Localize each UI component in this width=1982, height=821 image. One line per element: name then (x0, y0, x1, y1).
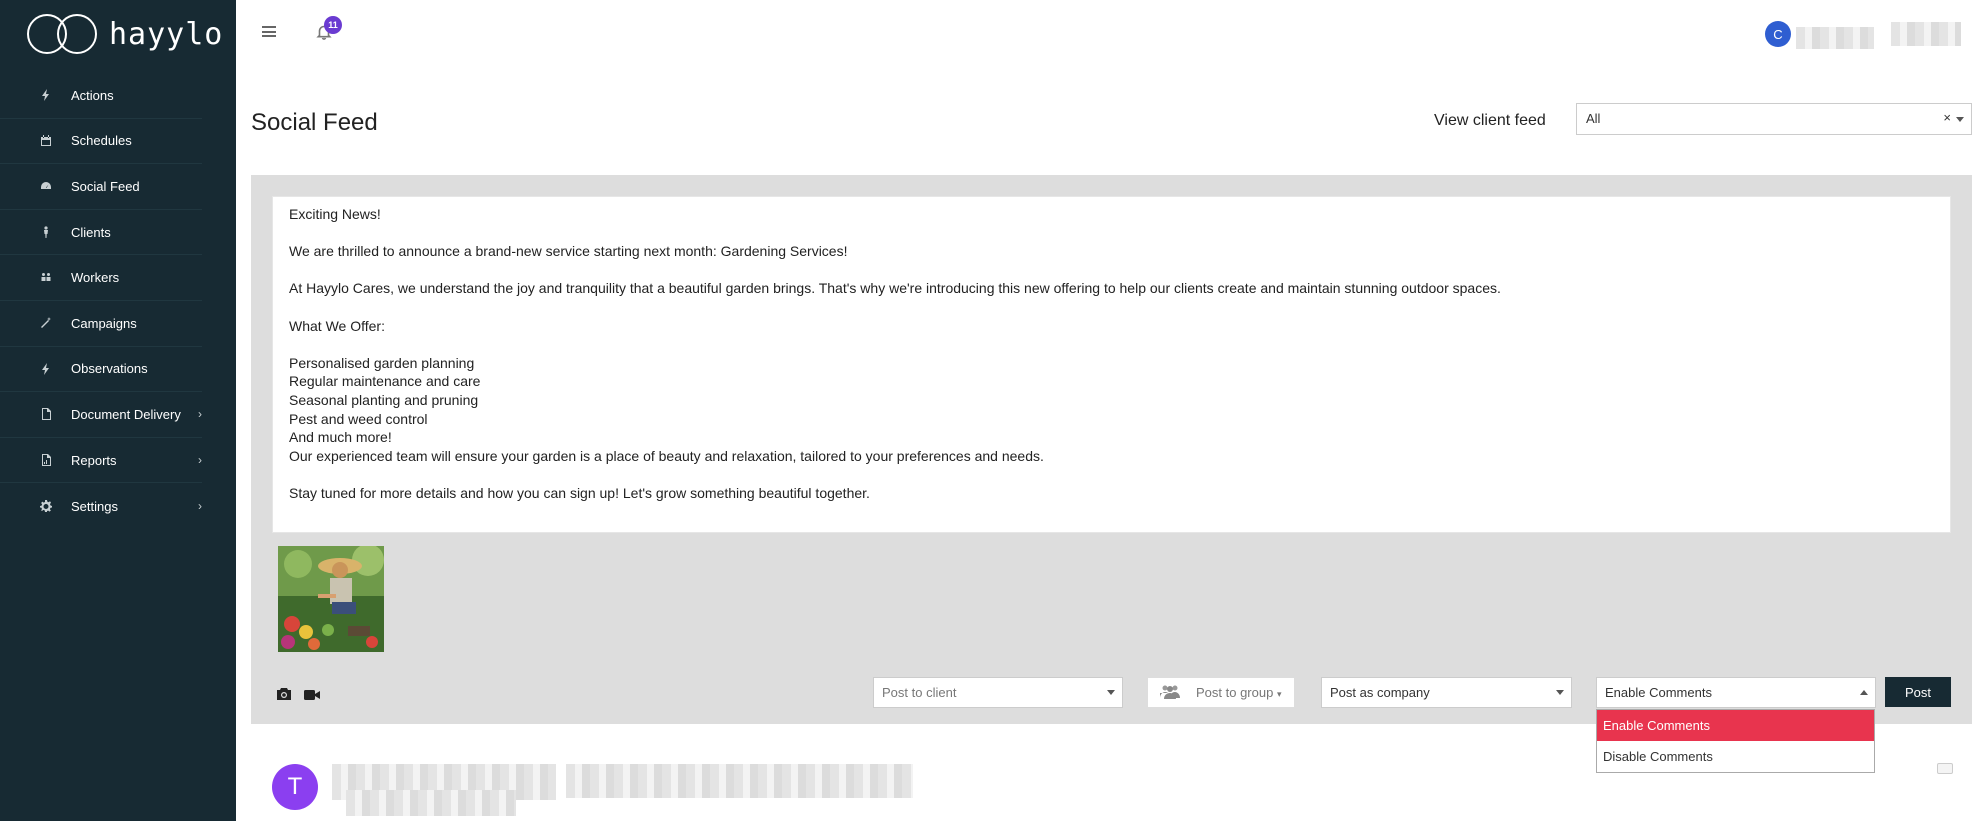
redacted-user-name[interactable] (1796, 27, 1874, 49)
attached-image-thumbnail[interactable] (278, 546, 384, 652)
wand-icon (39, 316, 53, 330)
top-bar: 11 C (236, 0, 1982, 64)
post-text-line: Pest and weed control (289, 410, 428, 427)
sidebar-item-observations[interactable]: Observations (0, 347, 202, 393)
client-feed-select-value: All (1586, 111, 1601, 126)
dropdown-option-enable-comments[interactable]: Enable Comments (1597, 710, 1874, 741)
sidebar-item-label: Document Delivery (71, 406, 181, 422)
redacted-user-menu[interactable] (1891, 22, 1961, 46)
post-author-avatar[interactable]: T (272, 764, 318, 810)
post-to-group-label: Post to group (1196, 685, 1274, 700)
sidebar-item-clients[interactable]: Clients (0, 210, 202, 256)
view-client-feed-label: View client feed (1434, 112, 1546, 129)
post-text-line: Seasonal planting and pruning (289, 391, 479, 408)
post-text-line: ​ (289, 224, 1934, 243)
sidebar: hayylo Actions Schedules Social Feed Cli… (0, 0, 236, 821)
redacted-post-line (346, 790, 516, 816)
sidebar-item-label: Social Feed (71, 178, 140, 194)
report-icon (39, 453, 53, 467)
dashboard-icon (39, 179, 53, 193)
chevron-right-icon: › (198, 453, 202, 468)
post-to-group-button[interactable]: Post to group ▾ (1147, 677, 1295, 708)
comments-dropdown-menu: Enable Comments Disable Comments (1596, 709, 1875, 773)
sidebar-item-label: Schedules (71, 133, 132, 149)
sidebar-item-label: Clients (71, 224, 111, 240)
video-camera-icon[interactable] (304, 688, 320, 700)
person-icon (39, 225, 53, 239)
post-text-line: What We Offer: (289, 317, 385, 334)
chevron-right-icon: › (198, 499, 202, 514)
group-icon (1160, 685, 1180, 699)
sidebar-item-document-delivery[interactable]: Document Delivery › (0, 392, 202, 438)
post-text-line: ​ (289, 298, 1934, 317)
comments-select[interactable]: Enable Comments (1596, 677, 1876, 708)
sidebar-item-label: Campaigns (71, 315, 137, 331)
post-text-line: Exciting News! (289, 206, 381, 222)
bolt-icon (39, 362, 53, 376)
sidebar-item-actions[interactable]: Actions (0, 73, 202, 119)
post-text-line: ​ (289, 465, 1934, 484)
sidebar-item-workers[interactable]: Workers (0, 255, 202, 301)
post-text-line: Our experienced team will ensure your ga… (289, 447, 1044, 464)
calendar-icon (39, 134, 53, 148)
sidebar-item-label: Observations (71, 361, 148, 377)
sidebar-item-reports[interactable]: Reports › (0, 438, 202, 484)
notification-badge[interactable]: 11 (324, 16, 342, 34)
post-text-editor[interactable]: Exciting News! ​ We are thrilled to anno… (272, 196, 1951, 533)
post-to-client-select[interactable]: Post to client (873, 677, 1123, 708)
chevron-right-icon: › (198, 407, 202, 422)
sidebar-item-label: Settings (71, 498, 118, 514)
gear-icon (39, 499, 53, 513)
chevron-down-icon (1956, 117, 1964, 122)
keyboard-icon[interactable] (1937, 763, 1953, 774)
sidebar-item-label: Actions (71, 87, 114, 103)
hayylo-logo[interactable]: hayylo (27, 14, 223, 54)
post-text-line: ​ (289, 261, 1934, 280)
users-icon (39, 271, 53, 285)
post-composer: Exciting News! ​ We are thrilled to anno… (251, 175, 1972, 724)
sidebar-item-settings[interactable]: Settings › (0, 483, 202, 529)
post-text-line: ​ (289, 335, 1934, 354)
clear-selection-icon[interactable]: × (1943, 110, 1951, 125)
camera-icon[interactable] (276, 687, 292, 701)
bolt-icon (39, 88, 53, 102)
client-feed-select[interactable]: All × (1576, 103, 1972, 135)
sidebar-item-social-feed[interactable]: Social Feed (0, 164, 202, 210)
post-text-line: At Hayylo Cares, we understand the joy a… (289, 280, 1501, 297)
post-text-line: And much more! (289, 429, 392, 446)
logo-text: hayylo (109, 16, 224, 52)
comments-select-value: Enable Comments (1605, 685, 1712, 700)
post-button[interactable]: Post (1885, 677, 1951, 707)
sidebar-item-schedules[interactable]: Schedules (0, 119, 202, 165)
logo-rings-icon (27, 14, 97, 54)
post-text-line: We are thrilled to announce a brand-new … (289, 243, 848, 260)
chevron-up-icon (1860, 690, 1868, 695)
sidebar-nav: Actions Schedules Social Feed Clients Wo… (0, 73, 236, 529)
page-title: Social Feed (251, 109, 378, 136)
post-text-line: Personalised garden planning (289, 354, 475, 371)
chevron-down-icon (1107, 690, 1115, 695)
post-as-select[interactable]: Post as company (1321, 677, 1572, 708)
post-text-line: Stay tuned for more details and how you … (289, 484, 870, 501)
redacted-post-meta (566, 764, 913, 798)
sidebar-item-label: Reports (71, 452, 117, 468)
sidebar-item-label: Workers (71, 270, 120, 286)
post-text-line: Regular maintenance and care (289, 373, 481, 390)
chevron-down-icon (1556, 690, 1564, 695)
user-avatar[interactable]: C (1765, 21, 1791, 47)
document-icon (39, 407, 53, 421)
caret-down-icon: ▾ (1276, 689, 1282, 699)
post-to-client-placeholder: Post to client (882, 685, 957, 700)
sidebar-item-campaigns[interactable]: Campaigns (0, 301, 202, 347)
menu-toggle-icon[interactable] (262, 26, 276, 37)
dropdown-option-disable-comments[interactable]: Disable Comments (1597, 741, 1874, 772)
post-as-value: Post as company (1330, 685, 1430, 700)
